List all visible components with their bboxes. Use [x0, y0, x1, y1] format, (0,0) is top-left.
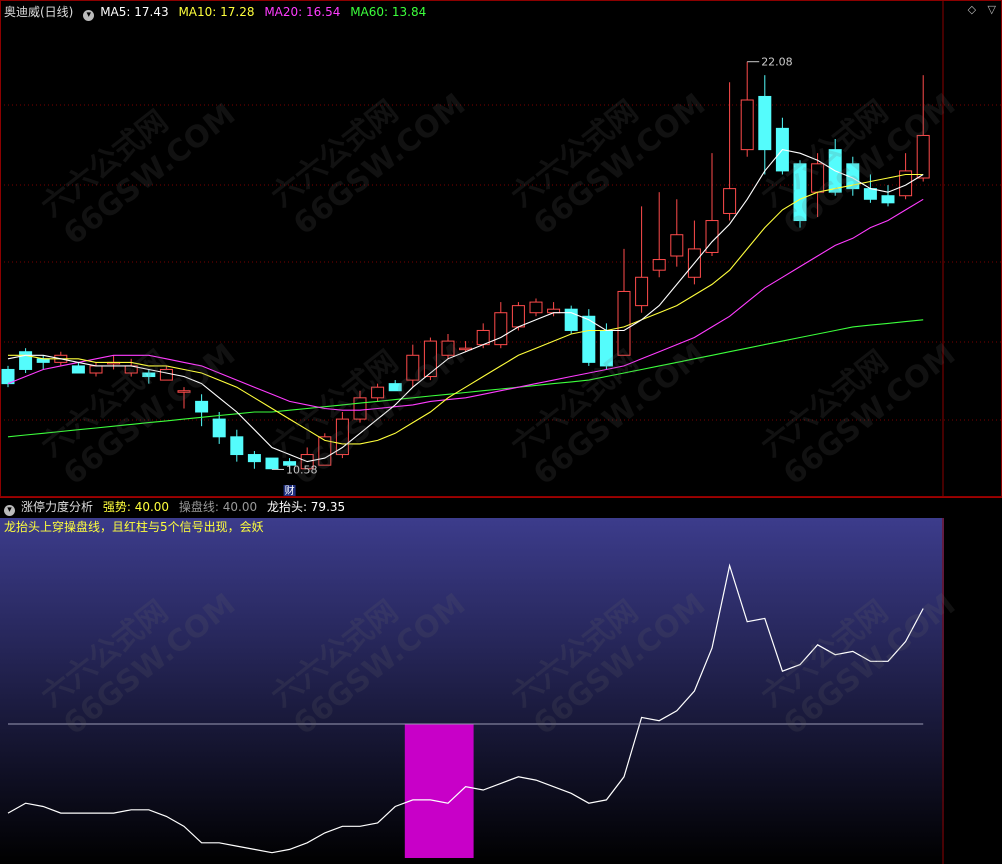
candle-body	[529, 301, 543, 314]
candle-body	[881, 195, 895, 204]
signal-note: 龙抬头上穿操盘线，且红柱与5个信号出现，会妖	[4, 520, 264, 534]
candle-body	[582, 315, 596, 363]
candle-body	[740, 99, 754, 151]
candle-body	[265, 457, 279, 470]
chevron-down-icon[interactable]: ▽	[988, 3, 996, 16]
ma10-label: MA10: 17.28	[178, 5, 255, 19]
candle-body	[758, 95, 772, 151]
control-line-label: 操盘线: 40.00	[178, 500, 258, 514]
candle-body	[195, 400, 209, 413]
sub-legend: ▾ 涨停力度分析 强势: 40.00 操盘线: 40.00 龙抬头: 79.35	[4, 498, 351, 516]
diamond-icon[interactable]: ◇	[968, 3, 976, 16]
ma60-label: MA60: 13.84	[350, 5, 427, 19]
indicator-axis-area	[944, 518, 1002, 864]
candle-body	[863, 188, 877, 200]
candle-body	[230, 436, 244, 456]
settings-icon[interactable]: ▾	[4, 505, 15, 516]
candle-body	[212, 418, 226, 438]
candle-body	[494, 312, 508, 346]
dragon-label: 龙抬头: 79.35	[266, 500, 346, 514]
strength-label: 强势: 40.00	[102, 500, 170, 514]
candle-body	[635, 276, 649, 307]
candle-body	[19, 351, 33, 370]
candle-body	[652, 259, 666, 271]
stock-name: 奥迪威(日线)	[4, 5, 74, 19]
main-legend: 奥迪威(日线) ▾ MA5: 17.43 MA10: 17.28 MA20: 16…	[4, 3, 432, 21]
candle-body	[511, 305, 525, 328]
chart-stage[interactable]: 22.08 10.58 财 奥迪威(日线) ▾ MA5: 17.43 MA10: 17…	[0, 0, 1002, 864]
indicator-name: 涨停力度分析	[21, 500, 94, 514]
candle-body	[723, 188, 737, 214]
candle-body	[89, 365, 103, 374]
candle-body	[71, 365, 85, 374]
high-marker-label: 22.08	[761, 56, 793, 69]
settings-icon[interactable]: ▾	[83, 10, 95, 21]
candle-body	[247, 454, 261, 463]
candle-body	[670, 234, 684, 257]
window-icons: ◇ ▽	[968, 3, 996, 16]
strength-bar	[404, 724, 474, 858]
ma5-label: MA5: 17.43	[100, 5, 169, 19]
candle-body	[36, 358, 50, 363]
ma20-label: MA20: 16.54	[264, 5, 341, 19]
event-tag: 财	[285, 484, 295, 497]
